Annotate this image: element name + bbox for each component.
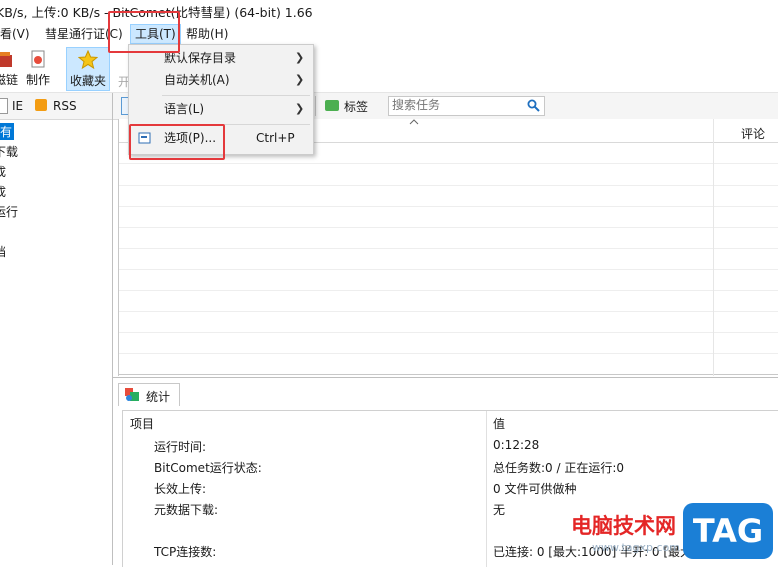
menu-separator [162, 95, 310, 96]
table-row[interactable] [119, 185, 778, 186]
stat-header-value: 值 [493, 417, 506, 431]
stat-label-long-seed: 长效上传: [154, 482, 207, 496]
menu-view[interactable]: 查看(V) [0, 25, 30, 43]
table-row[interactable] [119, 332, 778, 333]
sort-up-icon [409, 119, 419, 125]
menu-language-label: 语言(L) [164, 102, 205, 116]
table-row[interactable] [119, 163, 778, 164]
stat-value-runtime: 0:12:28 [493, 438, 540, 452]
magnet-link-button[interactable]: 磁链 [0, 47, 18, 91]
bottom-panel: 统计 项目 值 运行时间: 0:12:28 BitComet运行状态: 总任务数… [113, 377, 778, 567]
left-item-downloading[interactable]: 下载 [0, 143, 18, 160]
toolbar: 磁链 制作 收藏夹 开 [0, 46, 778, 93]
submenu-arrow-icon: ❯ [295, 51, 305, 64]
highlight-options-item [129, 124, 225, 160]
left-item-all[interactable]: 有 [0, 123, 15, 140]
stat-label-metadata: 元数据下载: [154, 503, 219, 517]
star-icon [78, 50, 98, 70]
menu-language[interactable]: 语言(L) ❯ [130, 98, 312, 120]
left-item-running[interactable]: 运行 [0, 203, 18, 220]
menu-auto-shutdown[interactable]: 自动关机(A) ❯ [130, 69, 312, 91]
rss-icon [35, 99, 47, 111]
table-bottom-border [119, 374, 778, 375]
tag-icon [325, 100, 339, 111]
favorites-label: 收藏夹 [69, 74, 106, 88]
table-row[interactable] [119, 248, 778, 249]
left-item-completed[interactable]: 成 [0, 163, 6, 180]
menu-options-shortcut: Ctrl+P [256, 131, 295, 145]
submenu-arrow-icon: ❯ [295, 102, 305, 115]
search-box[interactable] [388, 96, 545, 116]
tab-statistics[interactable]: 统计 [118, 383, 180, 406]
watermark-text: 电脑技术网 [571, 514, 676, 538]
column-comment[interactable]: 评论 [741, 125, 765, 142]
left-panel-tabs: IE RSS [0, 93, 112, 120]
magnet-link-icon [0, 52, 12, 67]
search-icon[interactable] [527, 99, 540, 112]
table-row[interactable] [119, 269, 778, 270]
table-row[interactable] [119, 227, 778, 228]
stat-value-long-seed: 0 文件可供做种 [493, 482, 577, 496]
menu-auto-shutdown-label: 自动关机(A) [164, 73, 230, 87]
table-row[interactable] [119, 290, 778, 291]
highlight-tools-menu [108, 11, 180, 53]
watermark-url: www.tagxp.com [592, 541, 680, 554]
make-torrent-label: 制作 [25, 73, 50, 87]
left-item-archive[interactable]: 档 [0, 243, 6, 260]
favorites-button[interactable]: 收藏夹 [66, 47, 110, 91]
submenu-arrow-icon: ❯ [295, 73, 305, 86]
stat-label-status: BitComet运行状态: [154, 461, 262, 475]
make-torrent-icon [31, 50, 45, 68]
search-input[interactable] [389, 97, 522, 113]
toolbar-divider [315, 96, 316, 116]
column-divider[interactable] [713, 119, 714, 376]
menu-help[interactable]: 帮助(H) [186, 25, 228, 43]
tab-rss[interactable]: RSS [53, 99, 77, 113]
tab-ie[interactable]: IE [12, 99, 23, 113]
stat-value-status: 总任务数:0 / 正在运行:0 [493, 461, 625, 475]
ie-icon [0, 98, 8, 114]
stat-column-divider [486, 411, 487, 567]
make-torrent-button[interactable]: 制作 [24, 47, 52, 91]
table-row[interactable] [119, 311, 778, 312]
table-row[interactable] [119, 206, 778, 207]
table-row[interactable] [119, 353, 778, 354]
statistics-icon [125, 388, 139, 401]
stat-label-runtime: 运行时间: [154, 440, 207, 454]
stat-value-metadata: 无 [493, 503, 506, 517]
stat-label-tcp: TCP连接数: [154, 545, 217, 559]
stat-header-item: 项目 [130, 417, 155, 431]
left-panel: IE RSS 有 下载 成 成 运行 档 [0, 93, 113, 565]
magnet-link-label: 磁链 [0, 73, 19, 87]
tag-button[interactable]: 标签 [344, 98, 368, 115]
left-item-completed-2[interactable]: 成 [0, 183, 6, 200]
watermark-tag-logo: TAG [683, 503, 773, 559]
statistics-tab-label: 统计 [146, 390, 171, 404]
